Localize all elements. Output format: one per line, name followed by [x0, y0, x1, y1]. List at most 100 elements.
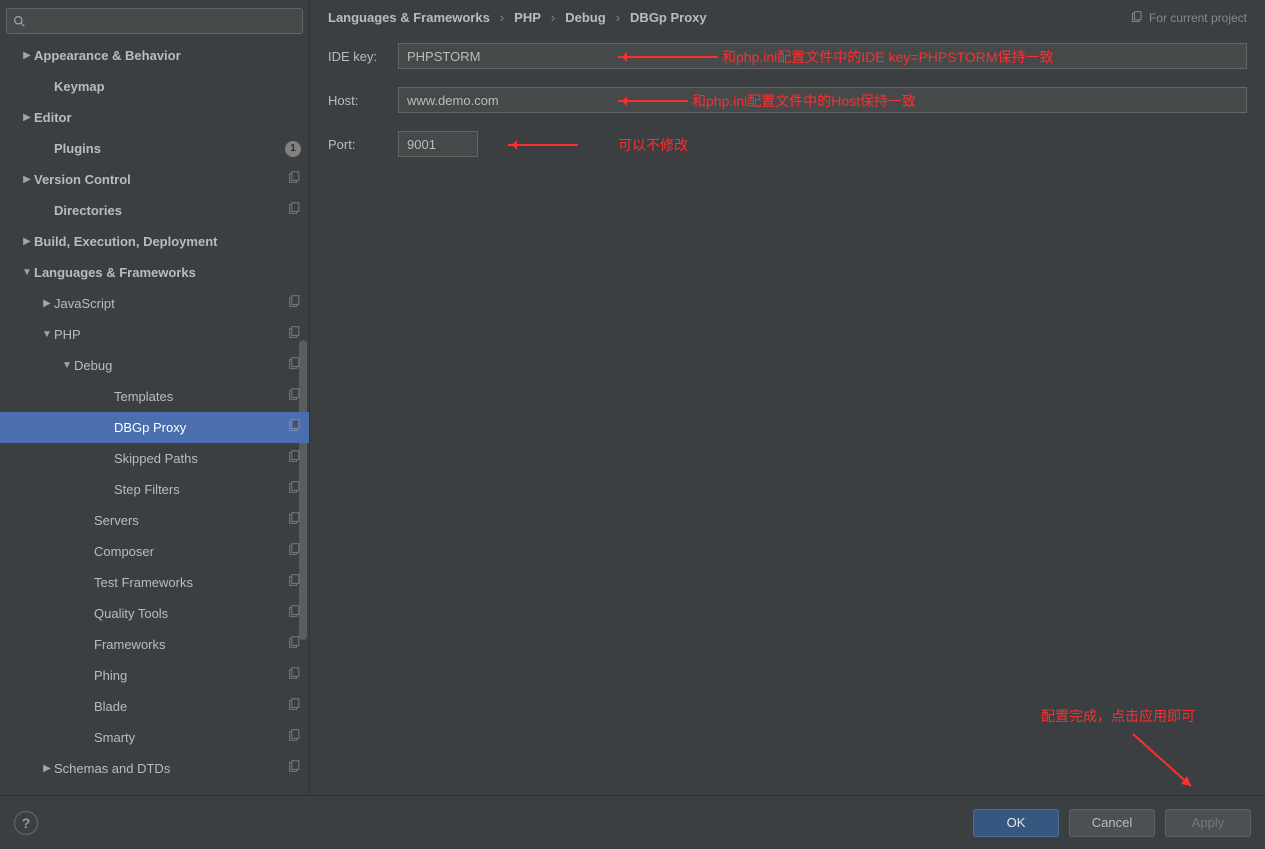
copy-icon: [287, 171, 301, 188]
breadcrumb-item[interactable]: Languages & Frameworks: [328, 10, 490, 25]
copy-icon: [287, 357, 301, 374]
copy-icon: [287, 481, 301, 498]
tree-item-javascript[interactable]: ▶JavaScript: [0, 288, 309, 319]
tree-item-php[interactable]: ▼PHP: [0, 319, 309, 350]
tree-item-directories[interactable]: Directories: [0, 195, 309, 226]
port-label: Port:: [328, 137, 398, 152]
chevron-down-icon: ▼: [20, 267, 34, 278]
ide-key-input[interactable]: [398, 43, 1247, 69]
copy-icon: [287, 295, 301, 312]
copy-icon: [287, 543, 301, 560]
tree-item-label: Blade: [94, 699, 287, 714]
search-icon: [13, 15, 26, 28]
tree-item-label: Debug: [74, 358, 287, 373]
tree-item-label: PHP: [54, 327, 287, 342]
copy-icon: [287, 512, 301, 529]
tree-item-schemas-and-dtds[interactable]: ▶Schemas and DTDs: [0, 753, 309, 784]
tree-item-keymap[interactable]: Keymap: [0, 71, 309, 102]
search-box[interactable]: [6, 8, 303, 34]
tree-item-label: Test Frameworks: [94, 575, 287, 590]
tree-item-editor[interactable]: ▶Editor: [0, 102, 309, 133]
tree-item-label: Composer: [94, 544, 287, 559]
breadcrumb-item[interactable]: Debug: [565, 10, 605, 25]
port-input[interactable]: [398, 131, 478, 157]
copy-icon: [287, 419, 301, 436]
chevron-down-icon: ▼: [60, 360, 74, 371]
chevron-right-icon: ▶: [20, 236, 34, 247]
tree-item-plugins[interactable]: Plugins1: [0, 133, 309, 164]
copy-icon: [287, 667, 301, 684]
apply-button[interactable]: Apply: [1165, 809, 1251, 837]
copy-icon: [287, 636, 301, 653]
settings-tree: ▶Appearance & BehaviorKeymap▶EditorPlugi…: [0, 40, 309, 795]
tree-item-version-control[interactable]: ▶Version Control: [0, 164, 309, 195]
tree-item-servers[interactable]: Servers: [0, 505, 309, 536]
tree-item-skipped-paths[interactable]: Skipped Paths: [0, 443, 309, 474]
copy-icon: [287, 388, 301, 405]
tree-item-label: Build, Execution, Deployment: [34, 234, 301, 249]
tree-item-label: Templates: [114, 389, 287, 404]
chevron-right-icon: ›: [551, 10, 555, 25]
tree-item-label: Directories: [54, 203, 287, 218]
tree-item-composer[interactable]: Composer: [0, 536, 309, 567]
tree-item-quality-tools[interactable]: Quality Tools: [0, 598, 309, 629]
breadcrumb-item[interactable]: PHP: [514, 10, 541, 25]
breadcrumb-item: DBGp Proxy: [630, 10, 707, 25]
tree-item-blade[interactable]: Blade: [0, 691, 309, 722]
help-button[interactable]: ?: [14, 811, 38, 835]
tree-item-smarty[interactable]: Smarty: [0, 722, 309, 753]
tree-item-debug[interactable]: ▼Debug: [0, 350, 309, 381]
copy-icon: [287, 729, 301, 746]
tree-item-templates[interactable]: Templates: [0, 381, 309, 412]
copy-icon: [287, 698, 301, 715]
chevron-right-icon: ▶: [40, 298, 54, 309]
tree-item-label: Version Control: [34, 172, 287, 187]
update-badge: 1: [285, 141, 301, 157]
copy-icon: [287, 326, 301, 343]
chevron-down-icon: ▼: [40, 329, 54, 340]
settings-sidebar: ▶Appearance & BehaviorKeymap▶EditorPlugi…: [0, 0, 310, 795]
tree-item-phing[interactable]: Phing: [0, 660, 309, 691]
tree-item-appearance-behavior[interactable]: ▶Appearance & Behavior: [0, 40, 309, 71]
tree-item-build-execution-deployment[interactable]: ▶Build, Execution, Deployment: [0, 226, 309, 257]
ok-button[interactable]: OK: [973, 809, 1059, 837]
copy-icon: [287, 760, 301, 777]
tree-item-label: Languages & Frameworks: [34, 265, 301, 280]
host-label: Host:: [328, 93, 398, 108]
tree-item-label: Smarty: [94, 730, 287, 745]
tree-item-label: Quality Tools: [94, 606, 287, 621]
copy-icon: [287, 202, 301, 219]
tree-item-label: JavaScript: [54, 296, 287, 311]
tree-item-label: Schemas and DTDs: [54, 761, 287, 776]
project-scope-label: For current project: [1130, 11, 1247, 25]
chevron-right-icon: ▶: [20, 174, 34, 185]
tree-item-label: Skipped Paths: [114, 451, 287, 466]
tree-item-dbgp-proxy[interactable]: DBGp Proxy: [0, 412, 309, 443]
chevron-right-icon: ›: [616, 10, 620, 25]
chevron-right-icon: ›: [500, 10, 504, 25]
tree-item-label: Frameworks: [94, 637, 287, 652]
tree-item-frameworks[interactable]: Frameworks: [0, 629, 309, 660]
copy-icon: [287, 605, 301, 622]
tree-item-label: Plugins: [54, 141, 285, 156]
ide-key-label: IDE key:: [328, 49, 398, 64]
tree-item-test-frameworks[interactable]: Test Frameworks: [0, 567, 309, 598]
tree-item-label: Step Filters: [114, 482, 287, 497]
tree-item-label: Editor: [34, 110, 301, 125]
annotation-port: 可以不修改: [618, 135, 688, 155]
tree-item-languages-frameworks[interactable]: ▼Languages & Frameworks: [0, 257, 309, 288]
tree-item-label: Appearance & Behavior: [34, 48, 301, 63]
chevron-right-icon: ▶: [20, 50, 34, 61]
tree-item-label: Phing: [94, 668, 287, 683]
copy-icon: [1130, 11, 1143, 24]
chevron-right-icon: ▶: [40, 763, 54, 774]
search-input[interactable]: [32, 14, 296, 28]
tree-item-step-filters[interactable]: Step Filters: [0, 474, 309, 505]
copy-icon: [287, 450, 301, 467]
host-input[interactable]: [398, 87, 1247, 113]
cancel-button[interactable]: Cancel: [1069, 809, 1155, 837]
chevron-right-icon: ▶: [20, 112, 34, 123]
content-panel: Languages & Frameworks › PHP › Debug › DBGp Pr…: [310, 0, 1265, 795]
breadcrumb: Languages & Frameworks › PHP › Debug › DBGp Pr…: [328, 10, 707, 25]
tree-item-label: Servers: [94, 513, 287, 528]
